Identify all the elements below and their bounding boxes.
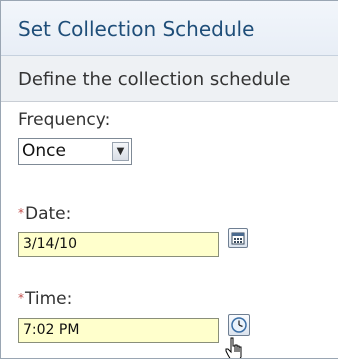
page-subtitle: Define the collection schedule: [18, 69, 291, 90]
required-marker: *: [18, 291, 24, 305]
hand-pointer-icon: [225, 337, 242, 358]
date-label-text: Date:: [25, 204, 72, 224]
date-label: *Date:: [18, 204, 71, 224]
frequency-selected-value: Once: [22, 141, 66, 161]
frequency-select[interactable]: Once ▼: [18, 138, 132, 165]
panel-header: Set Collection Schedule: [1, 1, 338, 56]
calendar-icon: [231, 232, 245, 245]
collection-schedule-panel: Set Collection Schedule Define the colle…: [0, 0, 338, 359]
chevron-down-icon[interactable]: ▼: [112, 142, 129, 161]
clock-icon: [231, 317, 247, 333]
time-field[interactable]: 7:02 PM: [18, 318, 219, 343]
time-picker-button[interactable]: [228, 314, 250, 336]
frequency-label: Frequency:: [18, 110, 111, 130]
time-label: *Time:: [18, 289, 72, 309]
page-title: Set Collection Schedule: [18, 17, 255, 41]
required-marker: *: [18, 206, 24, 220]
panel-subheader: Define the collection schedule: [1, 56, 338, 102]
date-field[interactable]: 3/14/10: [18, 232, 219, 257]
time-label-text: Time:: [25, 289, 73, 309]
date-picker-button[interactable]: [228, 228, 248, 248]
